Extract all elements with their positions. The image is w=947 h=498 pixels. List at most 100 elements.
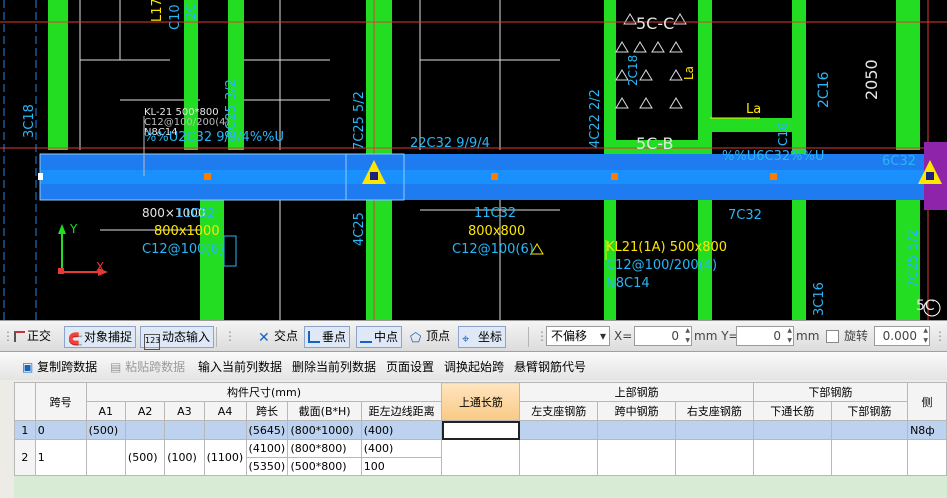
swap-start-span-button[interactable]: 调换起始跨	[444, 358, 504, 375]
midpoint-icon	[360, 334, 372, 343]
cad-label: C16	[776, 122, 790, 146]
mid-span-bar-header: 跨中钢筋	[597, 401, 677, 421]
rotate-angle-input[interactable]: 0.000	[874, 326, 930, 346]
left-edge-distance-cell[interactable]: (400)	[360, 420, 443, 440]
cad-label: 7C25 5/2	[906, 229, 921, 288]
copy-span-label: 复制跨数据	[37, 360, 98, 374]
a4-cell[interactable]	[203, 420, 247, 440]
top-through-bar-header[interactable]: 上通长筋	[441, 382, 521, 421]
top-bars-header: 上部钢筋	[519, 382, 754, 402]
cad-label: 2050	[862, 59, 881, 100]
intersection-snap-button[interactable]: ✕ 交点	[258, 326, 298, 346]
vertex-label: 顶点	[426, 329, 451, 343]
distance-value: 100	[362, 457, 441, 475]
a2-cell[interactable]: (500)	[124, 439, 166, 476]
span-cell[interactable]: 0	[34, 420, 87, 440]
intersection-icon: ✕	[258, 330, 270, 346]
mid-span-bar-cell[interactable]	[597, 420, 677, 440]
a2-header: A2	[124, 401, 166, 421]
perpendicular-snap-button[interactable]: 垂点	[304, 326, 351, 348]
cad-label: 5C-B	[636, 134, 674, 153]
object-snap-button[interactable]: 🧲对象捕捉	[64, 326, 137, 348]
span-cell[interactable]: 1	[34, 439, 87, 476]
cad-label: L17	[150, 0, 165, 22]
a3-cell[interactable]: (100)	[164, 439, 205, 476]
perpendicular-label: 垂点	[322, 330, 347, 344]
toolbar-grip: ⋮	[2, 329, 14, 343]
side-bar-cell[interactable]	[907, 439, 947, 476]
paste-icon: ▤	[110, 360, 122, 374]
bottom-bars-header: 下部钢筋	[752, 382, 909, 402]
x-label: X=	[614, 329, 633, 343]
section-cell[interactable]: (800*800) (500*800)	[287, 439, 362, 476]
page-setup-button[interactable]: 页面设置	[386, 358, 434, 375]
span-length-value: (5350)	[247, 457, 287, 475]
bottom-through-bar-cell[interactable]	[752, 439, 832, 476]
top-through-bar-cell[interactable]	[441, 439, 521, 476]
copy-span-button[interactable]: ▣ 复制跨数据	[22, 358, 97, 375]
a4-cell[interactable]: (1100)	[203, 439, 247, 476]
side-bar-header: 侧	[907, 382, 947, 421]
ortho-button[interactable]: 正交	[14, 326, 51, 346]
span-length-cell[interactable]: (5645)	[245, 420, 289, 440]
left-support-bar-cell[interactable]	[519, 420, 599, 440]
x-coordinate-input[interactable]: 0	[634, 326, 692, 346]
ucs-x-label: X	[96, 260, 105, 274]
table-row[interactable]: 2 1 (500) (100) (1100) (4100) (5350) (800…	[14, 439, 947, 476]
input-column-button[interactable]: 输入当前列数据	[198, 358, 282, 375]
span-length-value: (4100)	[248, 442, 286, 455]
rotate-checkbox[interactable]	[826, 330, 839, 343]
dynamic-input-label: 动态输入	[162, 330, 211, 344]
row-number[interactable]: 2	[14, 439, 36, 476]
paste-span-button[interactable]: ▤ 粘贴跨数据	[110, 358, 185, 375]
cad-label: 3C16	[812, 282, 827, 316]
ucs-y-label: Y	[70, 222, 78, 236]
left-support-bar-cell[interactable]	[519, 439, 599, 476]
cad-label: 11C32	[474, 206, 517, 221]
dynamic-input-button[interactable]: 123 动态输入	[140, 326, 215, 350]
a3-header: A3	[164, 401, 205, 421]
mm-label: mm	[796, 329, 820, 343]
left-support-bar-header: 左支座钢筋	[519, 401, 599, 421]
span-length-header: 跨长	[245, 401, 289, 421]
row-number[interactable]: 1	[14, 420, 36, 440]
a2-cell[interactable]	[124, 420, 166, 440]
section-value: (800*800)	[290, 442, 347, 455]
bottom-bar-cell[interactable]	[830, 439, 909, 476]
cad-label: C12@100/200(4)	[606, 258, 718, 273]
left-edge-distance-cell[interactable]: (400) 100	[360, 439, 443, 476]
corner-header	[14, 382, 36, 421]
bottom-through-bar-cell[interactable]	[752, 420, 832, 440]
midpoint-snap-button[interactable]: 中点	[356, 326, 403, 348]
delete-column-button[interactable]: 删除当前列数据	[292, 358, 376, 375]
a1-cell[interactable]: (500)	[85, 420, 126, 440]
a1-header: A1	[85, 401, 126, 421]
right-support-bar-cell[interactable]	[675, 439, 754, 476]
offset-mode-select[interactable]: 不偏移	[546, 326, 610, 346]
coordinate-snap-button[interactable]: ⌖ 坐标	[458, 326, 507, 348]
cad-label: La	[746, 102, 762, 117]
span-table-container: 跨号 构件尺寸(mm) 上通长筋 上部钢筋 下部钢筋 侧 A1 A2 A3 A4…	[14, 382, 947, 498]
top-through-bar-cell[interactable]	[441, 420, 521, 440]
cad-canvas[interactable]: L17 C10 2C 5C-C 2C18 La 2C16 2050 3C18 K…	[0, 0, 947, 320]
side-bar-cell[interactable]: N8ф	[907, 420, 947, 440]
cad-label: KL21(1A) 500x800	[606, 240, 728, 255]
bottom-bar-cell[interactable]	[830, 420, 909, 440]
a1-cell[interactable]	[85, 439, 126, 476]
span-length-cell[interactable]: (4100) (5350)	[245, 439, 289, 476]
coordinate-icon: ⌖	[462, 332, 470, 347]
magnet-icon: 🧲	[68, 332, 83, 346]
cad-label: %%U2C32 9/9/4%%U	[144, 130, 285, 145]
right-support-bar-cell[interactable]	[675, 420, 754, 440]
y-coordinate-input[interactable]: 0	[736, 326, 794, 346]
a3-cell[interactable]	[164, 420, 205, 440]
mid-span-bar-cell[interactable]	[597, 439, 677, 476]
table-row[interactable]: 1 0 (500) (5645) (800*1000) (400) N8ф	[14, 420, 947, 440]
separator	[528, 327, 529, 347]
cantilever-code-button[interactable]: 悬臂钢筋代号	[514, 358, 586, 375]
panel-toolbar: ▣ 复制跨数据 ▤ 粘贴跨数据 输入当前列数据 删除当前列数据 页面设置 调换起…	[0, 352, 947, 380]
cad-label: 7C25 5/2	[352, 91, 367, 150]
section-cell[interactable]: (800*1000)	[287, 420, 362, 440]
toolbar-grip: ⋮	[224, 329, 236, 343]
vertex-snap-button[interactable]: ⬠ 顶点	[410, 326, 450, 346]
